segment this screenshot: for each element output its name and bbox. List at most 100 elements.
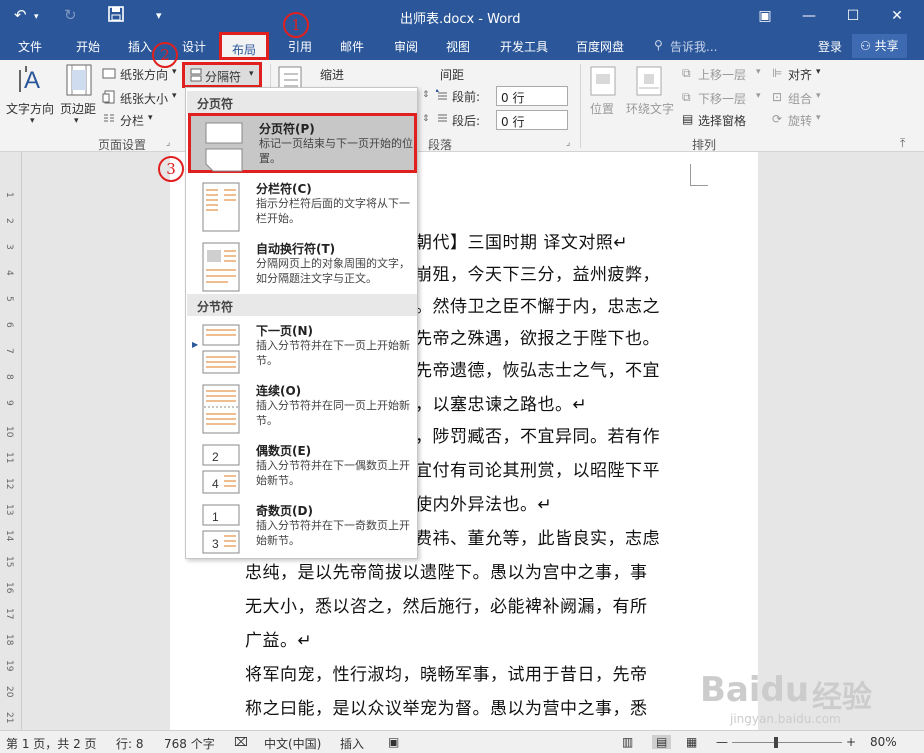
- send-backward-button[interactable]: 下移一层: [698, 90, 746, 107]
- document-line[interactable]: 将军向宠，性行淑均，晓畅军事，试用于昔日，先帝: [245, 660, 648, 685]
- close-button[interactable]: ✕: [882, 4, 912, 28]
- rotate-button[interactable]: 旋转: [788, 112, 812, 129]
- indent-left-spin-icon[interactable]: ⇕: [422, 90, 430, 100]
- zoom-slider[interactable]: [732, 742, 842, 743]
- column-break-desc: 指示分栏符后面的文字将从下一栏开始。: [256, 197, 410, 225]
- wrap-text-button[interactable]: 环绕文字: [626, 100, 674, 117]
- maximize-button[interactable]: ☐: [838, 4, 868, 28]
- breaks-icon: [189, 68, 203, 85]
- tab-home[interactable]: 开始: [76, 38, 100, 55]
- bring-forward-button[interactable]: 上移一层: [698, 66, 746, 83]
- zoom-in-icon[interactable]: +: [846, 735, 856, 749]
- print-layout-icon[interactable]: ▤: [652, 735, 672, 749]
- paragraph-launcher-icon[interactable]: ⌟: [566, 138, 570, 148]
- tab-baidu-netdisk[interactable]: 百度网盘: [576, 38, 624, 55]
- tab-file[interactable]: 文件: [18, 38, 42, 55]
- macro-record-icon[interactable]: ▣: [388, 735, 399, 749]
- column-break-title: 分栏符(C): [256, 182, 312, 196]
- tab-layout[interactable]: 布局: [219, 32, 270, 60]
- space-after-input[interactable]: 0 行: [496, 110, 568, 130]
- tab-references[interactable]: 引用: [288, 38, 312, 55]
- group-button[interactable]: 组合: [788, 90, 812, 107]
- share-button[interactable]: ⚇ 共享: [852, 34, 907, 58]
- text-direction-dropdown-icon[interactable]: ▾: [30, 116, 35, 126]
- document-line[interactable]: ，以塞忠谏之路也。↵: [415, 390, 587, 415]
- login-link[interactable]: 登录: [818, 38, 842, 55]
- align-dropdown-icon[interactable]: ▾: [816, 67, 821, 77]
- status-bar: 第 1 页，共 2 页 行: 8 768 个字 ⌧ 中文(中国) 插入 ▣ ▥ …: [0, 730, 924, 753]
- vertical-ruler[interactable]: 12345678910111213141516171819202122: [0, 152, 22, 749]
- document-line[interactable]: 先帝之殊遇，欲报之于陛下也。: [415, 324, 660, 349]
- document-line[interactable]: 称之曰能，是以众议举宠为督。愚以为营中之事，悉: [245, 694, 648, 719]
- zoom-slider-thumb[interactable]: [774, 737, 778, 748]
- bring-forward-dropdown-icon[interactable]: ▾: [756, 67, 761, 77]
- document-line[interactable]: 先帝遗德，恢弘志士之气，不宜: [415, 356, 660, 381]
- columns-button[interactable]: 分栏: [120, 112, 144, 129]
- document-line[interactable]: 崩殂，今天下三分，益州疲弊，: [415, 260, 660, 285]
- rotate-dropdown-icon[interactable]: ▾: [816, 113, 821, 123]
- minimize-button[interactable]: —: [794, 4, 824, 28]
- read-mode-icon[interactable]: ▥: [622, 735, 633, 749]
- text-direction-button[interactable]: 文字方向: [6, 100, 54, 117]
- tab-design[interactable]: 设计: [182, 38, 206, 55]
- orientation-dropdown-icon[interactable]: ▾: [172, 67, 177, 77]
- document-line[interactable]: ，陟罚臧否，不宜异同。若有作: [415, 422, 660, 447]
- position-button[interactable]: 位置: [590, 100, 614, 117]
- wrap-text-icon[interactable]: [636, 66, 662, 99]
- send-backward-dropdown-icon[interactable]: ▾: [756, 91, 761, 101]
- page-setup-launcher-icon[interactable]: ⌟: [166, 138, 170, 148]
- zoom-level[interactable]: 80%: [870, 735, 897, 749]
- ribbon-options-button[interactable]: ▣: [750, 4, 780, 28]
- undo-icon[interactable]: ↶: [14, 6, 27, 24]
- text-direction-icon[interactable]: A: [18, 64, 48, 99]
- save-icon[interactable]: [108, 6, 124, 26]
- document-line[interactable]: 忠纯，是以先帝简拔以遗陛下。愚以为宫中之事，事: [245, 558, 648, 583]
- document-line[interactable]: 使内外异法也。↵: [415, 490, 552, 515]
- collapse-ribbon-icon[interactable]: ⤒: [900, 136, 905, 151]
- tab-review[interactable]: 审阅: [394, 38, 418, 55]
- columns-dropdown-icon[interactable]: ▾: [148, 113, 153, 123]
- tab-mailings[interactable]: 邮件: [340, 38, 364, 55]
- document-line[interactable]: 无大小，悉以咨之，然后施行，必能裨补阙漏，有所: [245, 592, 648, 617]
- language-indicator[interactable]: 中文(中国): [264, 735, 321, 752]
- undo-dropdown-icon[interactable]: ▾: [34, 12, 39, 22]
- line-count[interactable]: 行: 8: [116, 735, 144, 752]
- document-line[interactable]: 广益。↵: [245, 626, 312, 651]
- tab-view[interactable]: 视图: [446, 38, 470, 55]
- continuous-item[interactable]: 连续(O) 插入分节符并在同一页上开始新节。: [188, 378, 417, 438]
- orientation-button[interactable]: 纸张方向: [120, 66, 168, 83]
- page-break-item[interactable]: 分页符(P) 标记一页结束与下一页开始的位置。: [188, 113, 417, 173]
- page-count[interactable]: 第 1 页，共 2 页: [6, 735, 97, 752]
- tell-me-box[interactable]: 告诉我...: [670, 38, 717, 55]
- document-line[interactable]: 宜付有司论其刑赏，以昭陛下平: [415, 456, 660, 481]
- char-count[interactable]: 768 个字: [164, 735, 215, 752]
- indent-right-spin-icon[interactable]: ⇕: [422, 114, 430, 124]
- customize-qat-icon[interactable]: ▾: [156, 9, 162, 22]
- zoom-out-icon[interactable]: —: [716, 735, 728, 749]
- text-wrapping-break-item[interactable]: 自动换行符(T) 分隔网页上的对象周围的文字，如分隔题注文字与正文。: [188, 236, 417, 296]
- proofing-icon[interactable]: ⌧: [234, 735, 248, 749]
- column-break-item[interactable]: 分栏符(C) 指示分栏符后面的文字将从下一栏开始。: [188, 176, 417, 236]
- breaks-button[interactable]: 分隔符 ▾: [182, 62, 262, 88]
- document-line[interactable]: 费祎、董允等，此皆良实，志虑: [415, 524, 660, 549]
- margins-icon[interactable]: [66, 64, 92, 99]
- tab-insert[interactable]: 插入: [128, 38, 152, 55]
- margins-dropdown-icon[interactable]: ▾: [74, 116, 79, 126]
- margins-button[interactable]: 页边距: [60, 100, 96, 117]
- next-page-item[interactable]: ▶ 下一页(N) 插入分节符并在下一页上开始新节。: [188, 318, 417, 378]
- group-dropdown-icon[interactable]: ▾: [816, 91, 821, 101]
- size-dropdown-icon[interactable]: ▾: [172, 91, 177, 101]
- space-before-input[interactable]: 0 行: [496, 86, 568, 106]
- web-layout-icon[interactable]: ▦: [686, 735, 697, 749]
- document-line[interactable]: 朝代】三国时期 译文对照↵: [415, 228, 628, 253]
- position-icon[interactable]: [590, 66, 616, 99]
- insert-mode-indicator[interactable]: 插入: [340, 735, 364, 752]
- redo-icon[interactable]: ↻: [64, 6, 77, 24]
- odd-page-item[interactable]: 13 奇数页(D) 插入分节符并在下一奇数页上开始新节。: [188, 498, 417, 558]
- tab-developer[interactable]: 开发工具: [500, 38, 548, 55]
- align-button[interactable]: 对齐: [788, 66, 812, 83]
- size-button[interactable]: 纸张大小: [120, 90, 168, 107]
- document-line[interactable]: 。然侍卫之臣不懈于内，忠志之: [415, 292, 660, 317]
- selection-pane-button[interactable]: 选择窗格: [698, 112, 746, 129]
- even-page-item[interactable]: 24 偶数页(E) 插入分节符并在下一偶数页上开始新节。: [188, 438, 417, 498]
